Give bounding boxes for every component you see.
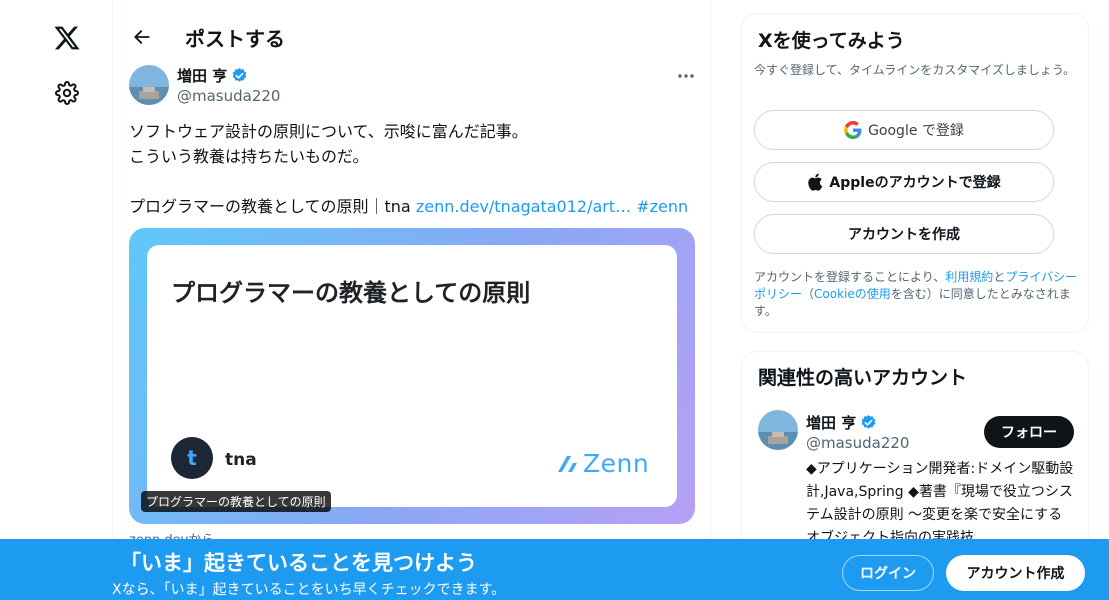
more-options-icon[interactable] [669,64,703,88]
author-name-text: 増田 亨 [177,67,228,85]
banner-title: 「いま」起きていることを見つけよう [120,551,477,575]
legal-text: アカウントを登録することにより、利用規約とプライバシーポリシー（Cookieの使… [754,269,1084,320]
author-avatar[interactable] [129,65,169,105]
card-caption: プログラマーの教養としての原則 [141,491,331,512]
cookie-link[interactable]: Cookieの使用 [814,287,891,301]
login-button[interactable]: ログイン [842,555,934,591]
bottom-signup-banner: 「いま」起きていることを見つけよう Xなら、「いま」起きていることをいち早くチェ… [0,539,1109,600]
terms-link[interactable]: 利用規約 [945,270,993,284]
post-link-prefix: プログラマーの教養としての原則｜tna [129,197,416,216]
gear-icon[interactable] [42,68,92,118]
legal-prefix: アカウントを登録することにより、 [754,270,946,284]
author-name[interactable]: 増田 亨 [177,65,248,86]
apple-icon [808,173,823,191]
card-author-initial: t [187,446,197,470]
verified-badge-icon [861,415,876,429]
x-logo-icon[interactable] [42,13,92,63]
create-account-label: アカウントを作成 [848,227,960,243]
post-line-1: ソフトウェア設計の原則について、示唆に富んだ記事。 [129,122,528,141]
google-icon [844,121,862,139]
legal-and: と [993,270,1006,284]
apple-signup-label: Appleのアカウントで登録 [829,175,1001,191]
related-title: 関連性の高いアカウント [758,367,968,389]
google-signup-button[interactable]: Google で登録 [754,110,1054,150]
legal-paren: （ [802,287,815,301]
link-preview-card[interactable]: プログラマーの教養としての原則 t tna Zenn プログラマーの教養としての… [129,228,695,524]
related-bio: ◆アプリケーション開発者:ドメイン駆動設計,Java,Spring ◆著書『現場… [806,461,1074,546]
google-signup-label: Google で登録 [868,123,964,139]
post-hashtag[interactable]: #zenn [631,197,688,216]
signup-subtitle: 今すぐ登録して、タイムラインをカスタマイズしましょう。 [754,63,1076,77]
back-arrow-icon[interactable] [125,20,159,54]
main-column: ポストする 増田 亨 @masuda220 ソフトウェア設計の原則について、示唆… [112,0,711,600]
signup-button[interactable]: アカウント作成 [946,555,1085,591]
card-inner: プログラマーの教養としての原則 t tna Zenn [147,245,677,507]
app-root: ポストする 増田 亨 @masuda220 ソフトウェア設計の原則について、示唆… [0,0,1109,600]
card-author-avatar: t [171,437,213,479]
page-title: ポストする [185,27,285,51]
related-name-text: 増田 亨 [806,414,857,432]
signup-title: Xを使ってみよう [758,30,905,52]
author-handle[interactable]: @masuda220 [177,87,280,105]
create-account-button[interactable]: アカウントを作成 [754,214,1054,254]
post-spacer [129,169,699,194]
related-name[interactable]: 増田 亨 [806,412,877,433]
apple-signup-button[interactable]: Appleのアカウントで登録 [754,162,1054,202]
post-text: ソフトウェア設計の原則について、示唆に富んだ記事。 こういう教養は持ちたいものだ… [129,119,699,219]
related-handle[interactable]: @masuda220 [806,434,909,452]
verified-badge-icon [232,68,247,82]
card-author-name: tna [225,450,257,470]
card-title: プログラマーの教養としての原則 [171,279,531,307]
signup-panel: Xを使ってみよう 今すぐ登録して、タイムラインをカスタマイズしましょう。 Goo… [741,13,1089,333]
related-avatar[interactable] [758,410,798,450]
card-brand: Zenn [557,449,649,478]
card-brand-text: Zenn [583,449,650,478]
zenn-logo-icon [558,455,577,472]
banner-subtitle: Xなら、「いま」起きていることをいち早くチェックできます。 [112,582,506,598]
post-link-line: プログラマーの教養としての原則｜tna zenn.dev/tnagata012/… [129,194,699,219]
post-line-2: こういう教養は持ちたいものだ。 [129,147,369,166]
follow-button[interactable]: フォロー [984,416,1074,448]
post-link-url[interactable]: zenn.dev/tnagata012/art… [416,197,631,216]
left-nav [0,0,112,600]
